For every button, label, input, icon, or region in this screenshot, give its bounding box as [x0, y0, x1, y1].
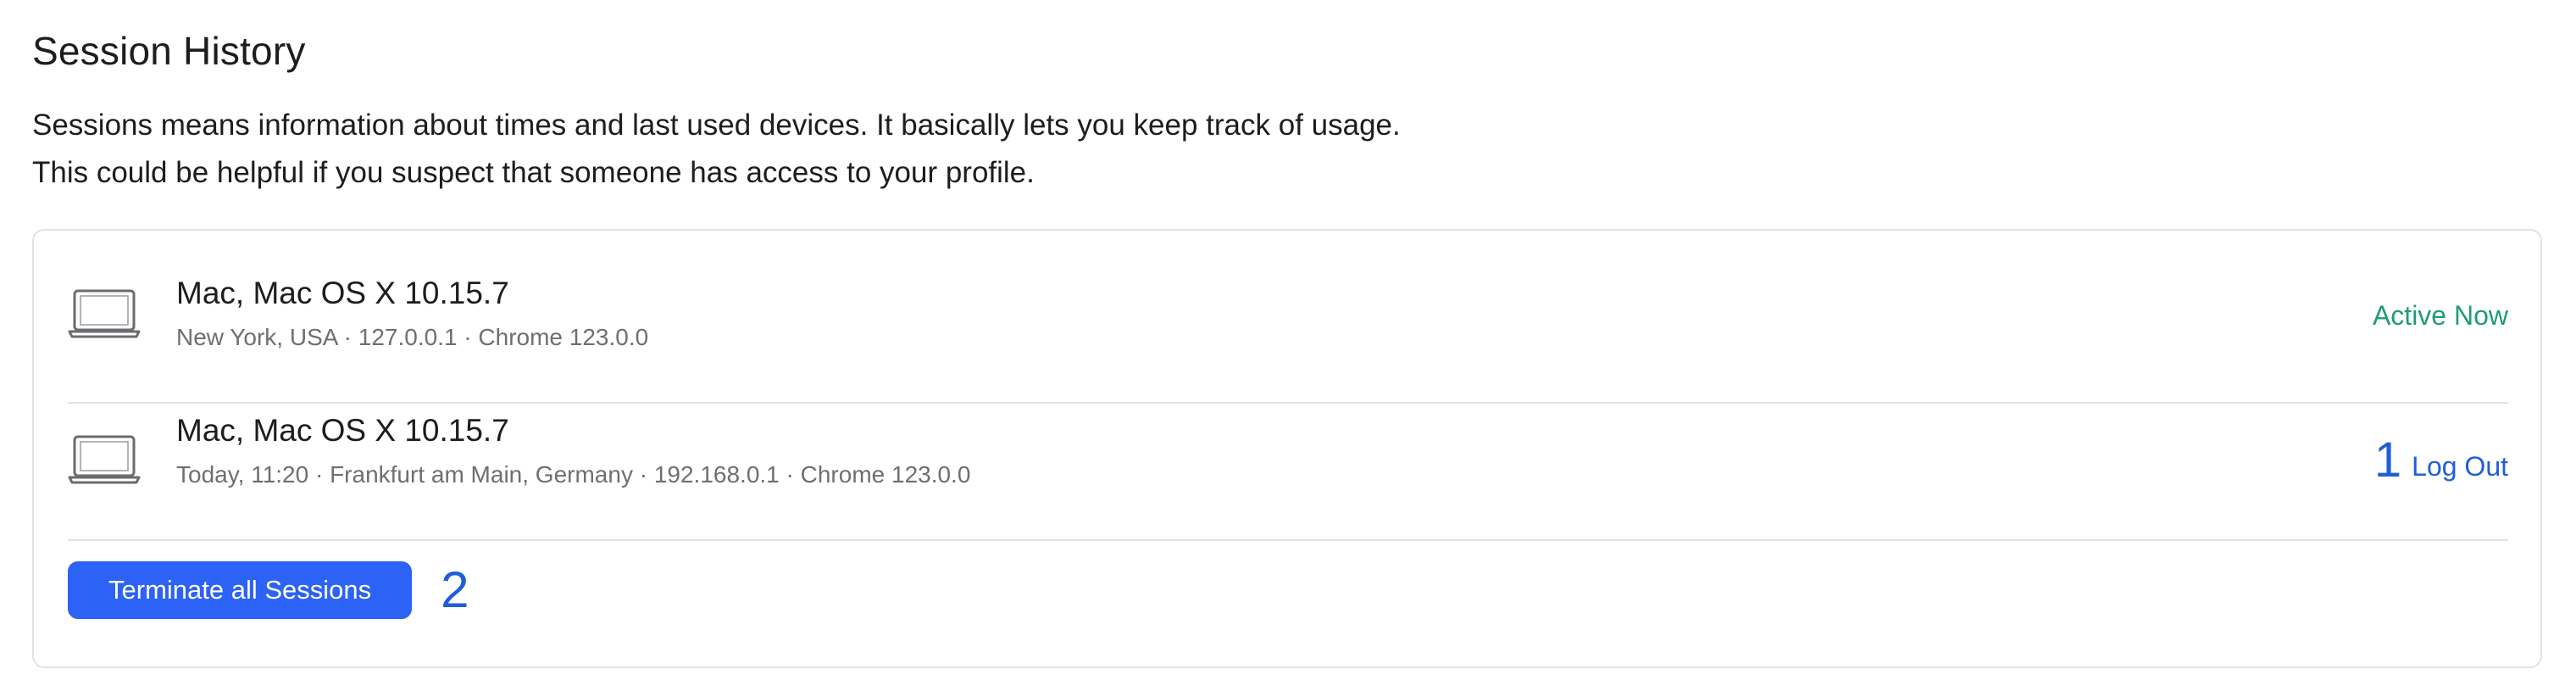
sessions-footer: Terminate all Sessions 2	[68, 561, 469, 619]
session-details: New York, USA · 127.0.0.1 · Chrome 123.0…	[176, 324, 649, 350]
description-line-1: Sessions means information about times a…	[32, 109, 1401, 142]
device-name: Mac, Mac OS X 10.15.7	[176, 413, 509, 448]
description: Sessions means information about times a…	[32, 102, 2544, 197]
session-row: Mac, Mac OS X 10.15.7 Today, 11:20 · Fra…	[68, 402, 2508, 541]
session-details: Today, 11:20 · Frankfurt am Main, German…	[176, 461, 971, 488]
marker-2: 2	[441, 561, 469, 618]
session-history-panel: Session History Sessions means informati…	[32, 25, 2544, 668]
terminate-all-sessions-button[interactable]: Terminate all Sessions	[68, 561, 413, 619]
logout-group: 1 Log Out	[2374, 436, 2508, 485]
description-line-2: This could be helpful if you suspect tha…	[32, 156, 1035, 189]
logout-link[interactable]: Log Out	[2412, 448, 2508, 485]
session-row: Mac, Mac OS X 10.15.7 New York, USA · 12…	[68, 265, 2508, 404]
laptop-icon	[68, 288, 141, 339]
laptop-icon	[68, 434, 141, 485]
sessions-card: Mac, Mac OS X 10.15.7 New York, USA · 12…	[32, 229, 2542, 668]
page-title: Session History	[32, 29, 306, 73]
status-active-now: Active Now	[2372, 300, 2508, 331]
device-name: Mac, Mac OS X 10.15.7	[176, 276, 509, 310]
marker-1: 1	[2373, 432, 2402, 488]
